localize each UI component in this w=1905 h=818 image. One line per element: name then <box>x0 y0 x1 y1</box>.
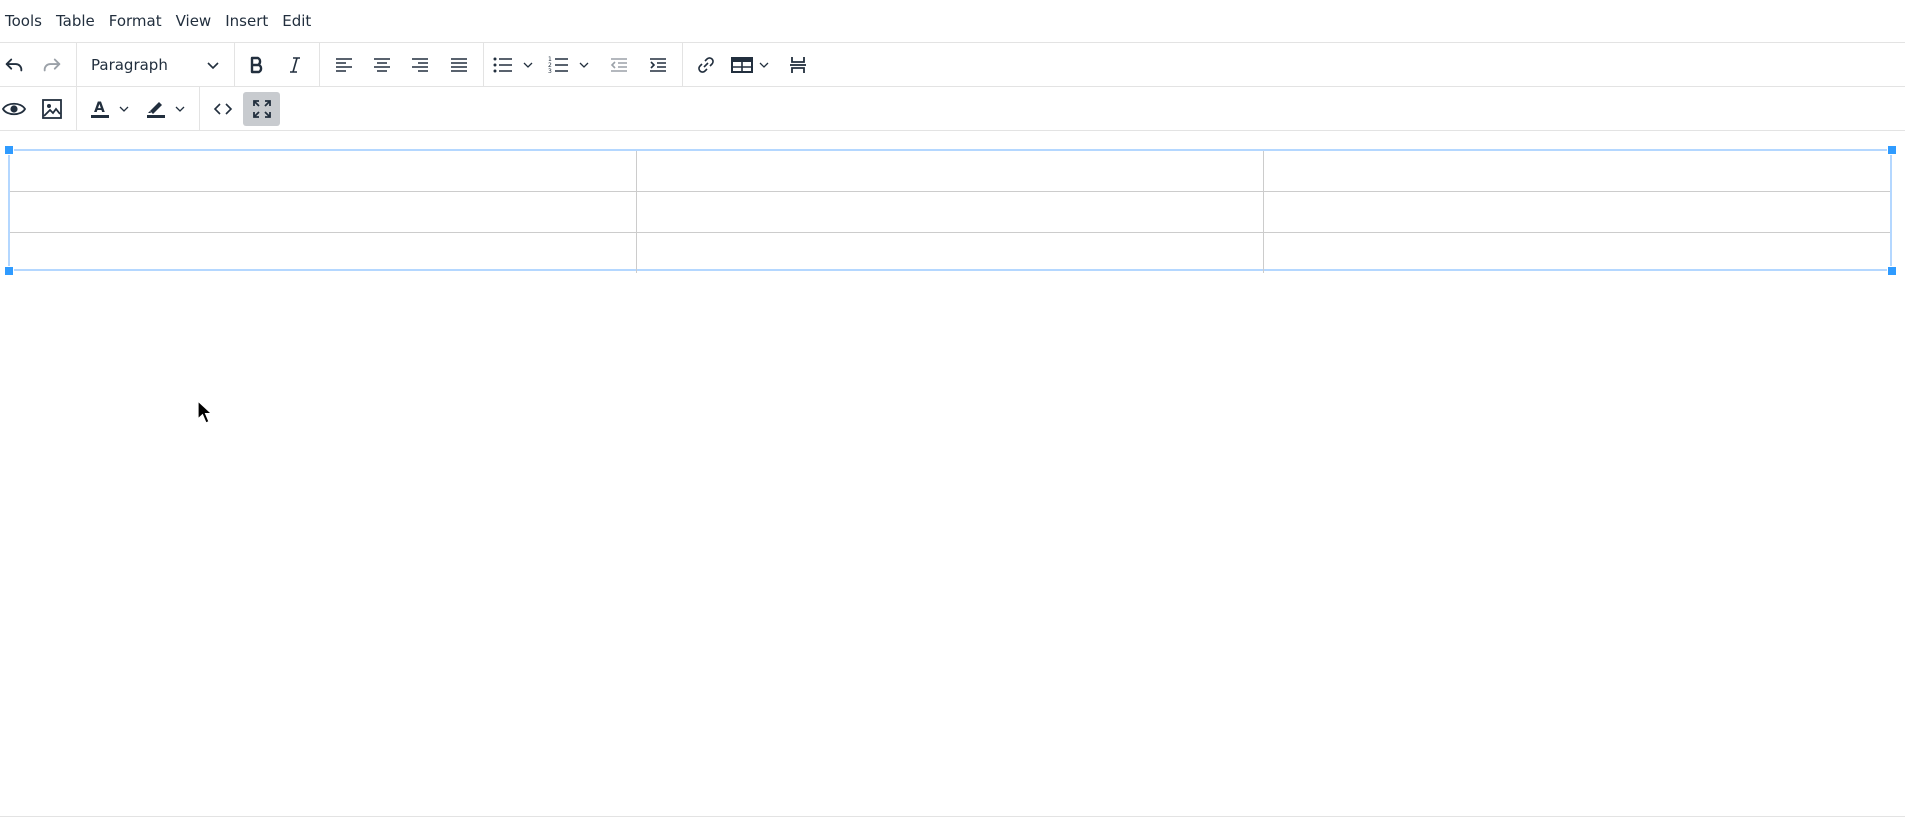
bold-button[interactable] <box>243 48 271 82</box>
menu-view[interactable]: View <box>171 0 221 43</box>
toolbar-separator <box>76 87 77 130</box>
italic-icon <box>290 57 300 73</box>
indent-button[interactable] <box>644 48 672 82</box>
toolbar-separator <box>234 43 235 86</box>
toolbar-separator <box>199 87 200 130</box>
toolbar-separator <box>76 43 77 86</box>
bullet-list-icon <box>493 57 512 73</box>
menubar: Tools Table Format View Insert Edit <box>0 0 1905 43</box>
undo-button[interactable] <box>0 48 28 82</box>
image-icon <box>42 99 62 119</box>
page-break-icon <box>790 57 806 73</box>
svg-text:3: 3 <box>548 68 552 75</box>
table-cell[interactable] <box>636 232 1264 273</box>
resize-handle-top-left[interactable] <box>4 145 14 155</box>
toolbar-separator <box>483 43 484 86</box>
text-color-icon: A <box>91 100 109 118</box>
align-justify-button[interactable] <box>445 48 473 82</box>
resize-handle-bottom-left[interactable] <box>4 266 14 276</box>
menu-tools[interactable]: Tools <box>0 0 51 43</box>
redo-button[interactable] <box>38 48 66 82</box>
code-icon <box>213 103 233 115</box>
align-justify-icon <box>451 58 467 72</box>
highlight-button[interactable] <box>144 92 194 126</box>
fullscreen-button[interactable] <box>243 92 280 126</box>
align-right-button[interactable] <box>406 48 434 82</box>
toolbar-row-secondary: A <box>0 87 1905 131</box>
table-cell[interactable] <box>1262 191 1890 233</box>
outdent-icon <box>610 58 627 72</box>
toolbar-separator <box>319 43 320 86</box>
table-icon <box>731 57 753 73</box>
table-row <box>10 151 1890 192</box>
resize-handle-top-right[interactable] <box>1887 145 1897 155</box>
chevron-down-icon <box>119 106 129 112</box>
align-left-icon <box>336 58 352 72</box>
undo-icon <box>5 58 23 72</box>
highlight-icon <box>147 102 165 118</box>
page-break-button[interactable] <box>784 48 812 82</box>
rich-text-editor: Tools Table Format View Insert Edit Para… <box>0 0 1905 818</box>
outdent-button[interactable] <box>605 48 633 82</box>
menu-edit[interactable]: Edit <box>277 0 320 43</box>
bullet-list-button[interactable] <box>492 48 544 82</box>
table-cell[interactable] <box>636 191 1264 233</box>
menu-insert[interactable]: Insert <box>220 0 277 43</box>
link-button[interactable] <box>692 48 720 82</box>
table-cell[interactable] <box>10 232 638 273</box>
align-right-icon <box>412 58 428 72</box>
numbered-list-button[interactable]: 1 2 3 <box>548 48 600 82</box>
mouse-cursor-icon <box>197 400 213 424</box>
toolbar-separator <box>682 43 683 86</box>
chevron-down-icon <box>579 62 589 68</box>
table-cell[interactable] <box>10 151 638 192</box>
menu-table[interactable]: Table <box>51 0 104 43</box>
toolbar-row-primary: Paragraph 1 2 3 <box>0 43 1905 87</box>
content-table[interactable] <box>10 151 1890 273</box>
table-cell[interactable] <box>1262 232 1890 273</box>
selected-table[interactable] <box>8 149 1892 273</box>
align-center-button[interactable] <box>368 48 396 82</box>
bold-icon <box>250 56 263 74</box>
align-left-button[interactable] <box>330 48 358 82</box>
svg-text:A: A <box>94 100 105 116</box>
editor-content-area[interactable] <box>0 131 1905 817</box>
block-format-select[interactable]: Paragraph <box>80 48 226 82</box>
eye-icon <box>2 102 26 116</box>
table-button[interactable] <box>730 48 776 82</box>
image-button[interactable] <box>38 92 66 126</box>
table-cell[interactable] <box>636 151 1264 192</box>
menu-format[interactable]: Format <box>104 0 171 43</box>
block-format-label: Paragraph <box>91 56 168 74</box>
source-code-button[interactable] <box>209 92 237 126</box>
table-cell[interactable] <box>10 191 638 233</box>
resize-handle-bottom-right[interactable] <box>1887 266 1897 276</box>
redo-icon <box>43 58 61 72</box>
table-row <box>10 232 1890 273</box>
chevron-down-icon <box>759 62 769 68</box>
italic-button[interactable] <box>281 48 309 82</box>
link-icon <box>698 57 714 73</box>
table-cell[interactable] <box>1262 151 1890 192</box>
fullscreen-icon <box>252 100 271 118</box>
align-center-icon <box>374 58 390 72</box>
table-row <box>10 191 1890 233</box>
preview-button[interactable] <box>0 92 28 126</box>
chevron-down-icon <box>207 62 219 70</box>
text-color-button[interactable]: A <box>88 92 138 126</box>
chevron-down-icon <box>523 62 533 68</box>
numbered-list-icon: 1 2 3 <box>548 56 568 75</box>
indent-icon <box>650 58 666 72</box>
chevron-down-icon <box>175 106 185 112</box>
